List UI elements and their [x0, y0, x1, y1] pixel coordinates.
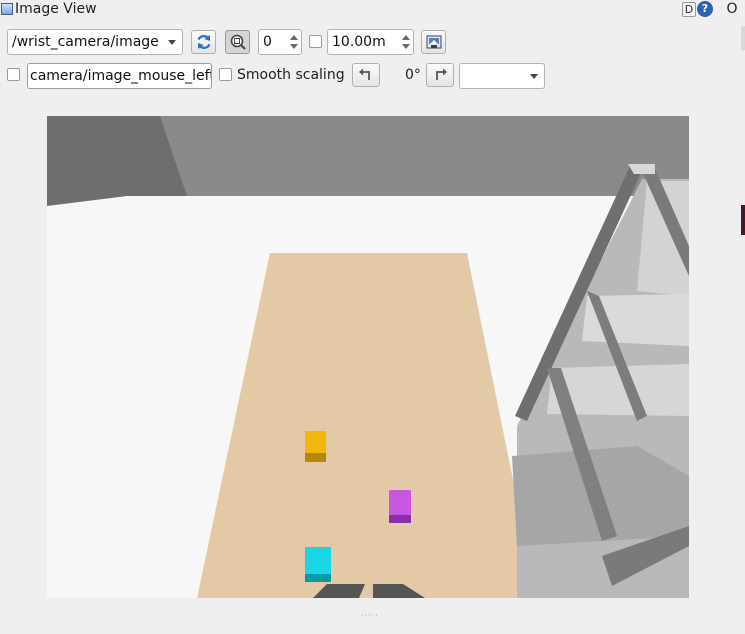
title-bar: Image View D ? O — [0, 0, 745, 20]
spin-up-icon[interactable] — [402, 35, 410, 40]
mouse-publish-checkbox[interactable] — [7, 68, 20, 81]
cyan-cube — [305, 547, 331, 582]
refresh-topics-button[interactable] — [191, 30, 216, 54]
chevron-down-icon — [530, 74, 538, 79]
rotate-right-button[interactable] — [426, 63, 454, 87]
magenta-cube — [389, 490, 411, 523]
title-buttons: D ? O — [682, 1, 745, 17]
distance-checkbox[interactable] — [309, 35, 322, 48]
rotate-right-icon — [436, 68, 447, 80]
rotate-left-icon — [359, 68, 370, 80]
window-title: Image View — [15, 1, 97, 17]
distance-spin-arrows[interactable] — [399, 30, 413, 54]
distance-spinbox-value: 10.00m — [332, 34, 386, 50]
topic-combobox[interactable]: /wrist_camera/image — [7, 29, 183, 55]
rotation-spinbox[interactable]: 0 — [258, 29, 302, 55]
zoom-fit-icon — [230, 34, 246, 50]
save-image-icon — [426, 35, 441, 49]
distance-spinbox[interactable]: 10.00m — [327, 29, 414, 55]
zoom-fit-button[interactable] — [225, 30, 250, 54]
window-icon — [1, 3, 13, 15]
dock-button[interactable]: D — [682, 1, 696, 17]
adjacent-window-edge-dark — [741, 205, 745, 235]
yellow-cube — [305, 431, 326, 462]
resize-grip[interactable]: ····· — [361, 611, 379, 620]
spin-down-icon[interactable] — [402, 44, 410, 49]
mouse-topic-value: camera/image_mouse_left — [30, 68, 212, 84]
color-scheme-combobox[interactable] — [459, 63, 545, 89]
camera-image — [47, 116, 689, 598]
mouse-topic-field[interactable]: camera/image_mouse_left — [27, 63, 212, 89]
spin-up-icon[interactable] — [290, 35, 298, 40]
smooth-scaling-label: Smooth scaling — [237, 67, 345, 83]
rotate-left-button[interactable] — [352, 63, 380, 87]
chevron-down-icon — [168, 40, 176, 45]
camera-image-view[interactable] — [47, 116, 689, 598]
save-image-button[interactable] — [421, 30, 446, 54]
smooth-scaling-checkbox[interactable] — [219, 68, 232, 81]
rotation-spinbox-value: 0 — [263, 34, 272, 50]
rotation-angle-label: 0° — [405, 67, 421, 83]
adjacent-window-edge — [741, 26, 745, 50]
refresh-icon — [197, 35, 210, 49]
spin-arrows[interactable] — [287, 30, 301, 54]
help-button[interactable]: ? — [697, 1, 713, 17]
options-button[interactable]: O — [719, 1, 745, 17]
spin-down-icon[interactable] — [290, 44, 298, 49]
topic-combobox-value: /wrist_camera/image — [12, 34, 159, 50]
